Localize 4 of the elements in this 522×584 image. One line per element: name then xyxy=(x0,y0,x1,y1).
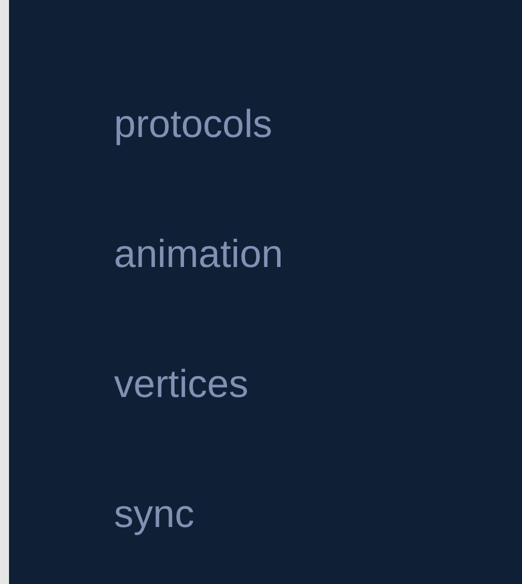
menu-item[interactable]: animation xyxy=(114,190,284,320)
menu-item[interactable]: protocols xyxy=(114,60,272,190)
menu-item[interactable]: vertices xyxy=(114,320,248,450)
menu-item[interactable]: sync xyxy=(114,450,194,580)
